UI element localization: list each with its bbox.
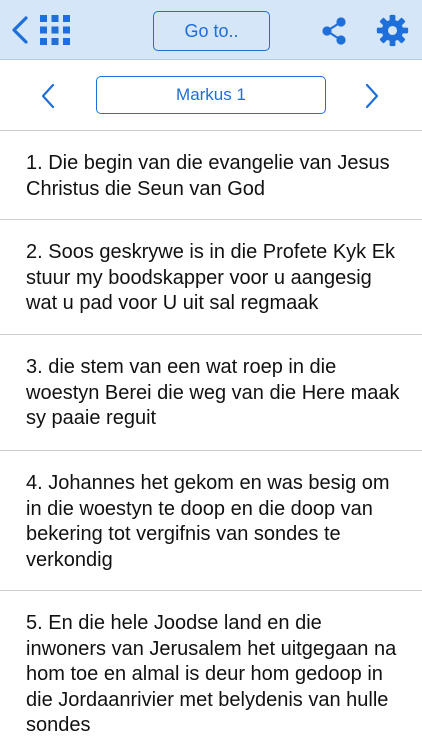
chapter-navbar: Markus 1 bbox=[0, 60, 422, 131]
chevron-right-icon[interactable] bbox=[362, 82, 382, 110]
chevron-left-icon[interactable] bbox=[38, 82, 58, 110]
verse-item[interactable]: 5. En die hele Joodse land en die inwone… bbox=[0, 591, 422, 750]
verse-item[interactable]: 2. Soos geskrywe is in die Profete Kyk E… bbox=[0, 220, 422, 335]
top-toolbar: Go to.. bbox=[0, 0, 422, 60]
chapter-select-button[interactable]: Markus 1 bbox=[96, 76, 326, 114]
verse-item[interactable]: 3. die stem van een wat roep in die woes… bbox=[0, 335, 422, 451]
verse-item[interactable]: 4. Johannes het gekom en was besig om in… bbox=[0, 451, 422, 591]
share-icon[interactable] bbox=[320, 16, 348, 46]
gear-icon[interactable] bbox=[376, 14, 409, 47]
grid-icon[interactable] bbox=[40, 15, 70, 45]
chevron-left-icon[interactable] bbox=[8, 14, 32, 46]
verse-item[interactable]: 1. Die begin van die evangelie van Jesus… bbox=[0, 131, 422, 220]
verse-list: 1. Die begin van die evangelie van Jesus… bbox=[0, 131, 422, 750]
goto-button[interactable]: Go to.. bbox=[153, 11, 270, 51]
